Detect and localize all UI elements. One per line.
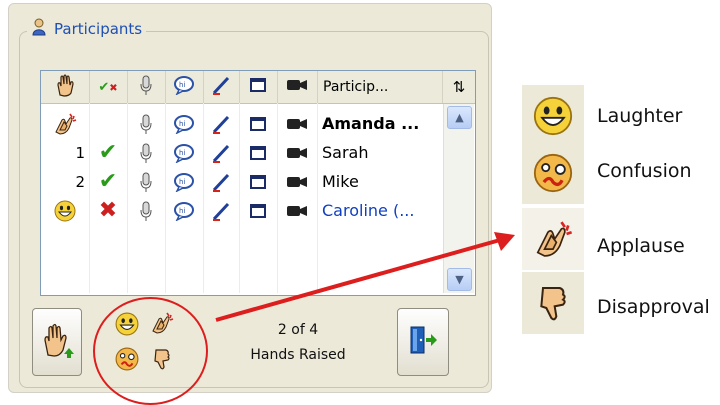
column-raise-hand[interactable] [41,71,90,103]
laughter-icon [41,196,89,225]
annotate-pen-icon [203,109,239,138]
exit-door-icon [408,325,438,359]
laughter-icon [522,85,584,147]
chat-icon: hi [173,75,195,99]
microphone-icon [139,74,153,100]
participants-icon [31,18,47,40]
panel-title: Participants [54,20,143,38]
scroll-up-button[interactable]: ▲ [447,106,472,129]
chat-icon: hi [165,167,203,196]
chat-icon: hi [165,138,203,167]
applause-icon [41,109,89,138]
raise-hand-up-icon [40,322,74,362]
screen-share-icon [239,138,277,167]
svg-text:hi: hi [179,120,185,128]
column-screen-share[interactable] [239,71,278,103]
legend-label: Disapproval [597,296,710,318]
yes-check-icon: ✔ [98,140,118,165]
annotate-pen-icon [203,167,239,196]
microphone-icon [127,196,165,225]
confusion-icon [522,142,584,204]
sort-button[interactable]: ⇅ [443,71,475,103]
legend-label: Confusion [597,160,692,182]
chat-icon: hi [165,196,203,225]
participants-panel: Participants ✔✖ hi Particip... ⇅ hi Aman… [8,3,492,393]
participant-name: Amanda ... [322,114,420,133]
microphone-icon [127,167,165,196]
hand-order: 2 [75,172,85,191]
participant-row-sarah[interactable]: 1 ✔ hi Sarah [41,138,441,167]
list-header: ✔✖ hi Particip... ⇅ [41,71,475,104]
participant-row-amanda[interactable]: hi Amanda ... [41,109,441,138]
column-video[interactable] [277,71,318,103]
column-annotate[interactable] [203,71,240,103]
yes-check-icon: ✔ [98,169,118,194]
column-chat[interactable]: hi [165,71,204,103]
hand-order: 1 [75,143,85,162]
microphone-icon [127,138,165,167]
video-camera-icon [277,138,317,167]
callout-arrow [215,232,515,322]
annotate-pen-icon [211,75,231,99]
participant-row-mike[interactable]: 2 ✔ hi Mike [41,167,441,196]
participant-name: Mike [322,172,359,191]
svg-text:hi: hi [179,81,185,89]
microphone-icon [127,109,165,138]
participant-name: Sarah [322,143,369,162]
screen-share-icon [239,167,277,196]
panel-header: Participants [27,18,147,40]
column-yes-no[interactable]: ✔✖ [89,71,128,103]
svg-text:hi: hi [179,178,185,186]
no-cross-icon: ✖ [98,198,118,223]
legend-label: Laughter [597,105,683,127]
disapproval-icon [522,272,584,334]
video-camera-icon [277,109,317,138]
column-microphone[interactable] [127,71,166,103]
hands-raised-label: Hands Raised [250,347,346,363]
chat-icon: hi [165,109,203,138]
video-camera-icon [277,167,317,196]
yes-no-icon: ✔✖ [98,79,118,95]
screen-share-icon [239,109,277,138]
svg-text:hi: hi [179,149,185,157]
raise-hand-button[interactable] [32,308,82,376]
svg-text:hi: hi [179,207,185,215]
screen-share-icon [250,78,266,96]
raise-hand-icon [54,73,76,101]
highlight-circle [93,297,208,405]
column-participant-label: Particip... [323,79,389,95]
legend-label: Applause [597,235,685,257]
column-participant-name[interactable]: Particip... [317,71,443,103]
applause-icon [522,208,584,270]
annotate-pen-icon [203,138,239,167]
video-camera-icon [286,78,308,96]
sort-icon: ⇅ [452,78,466,96]
